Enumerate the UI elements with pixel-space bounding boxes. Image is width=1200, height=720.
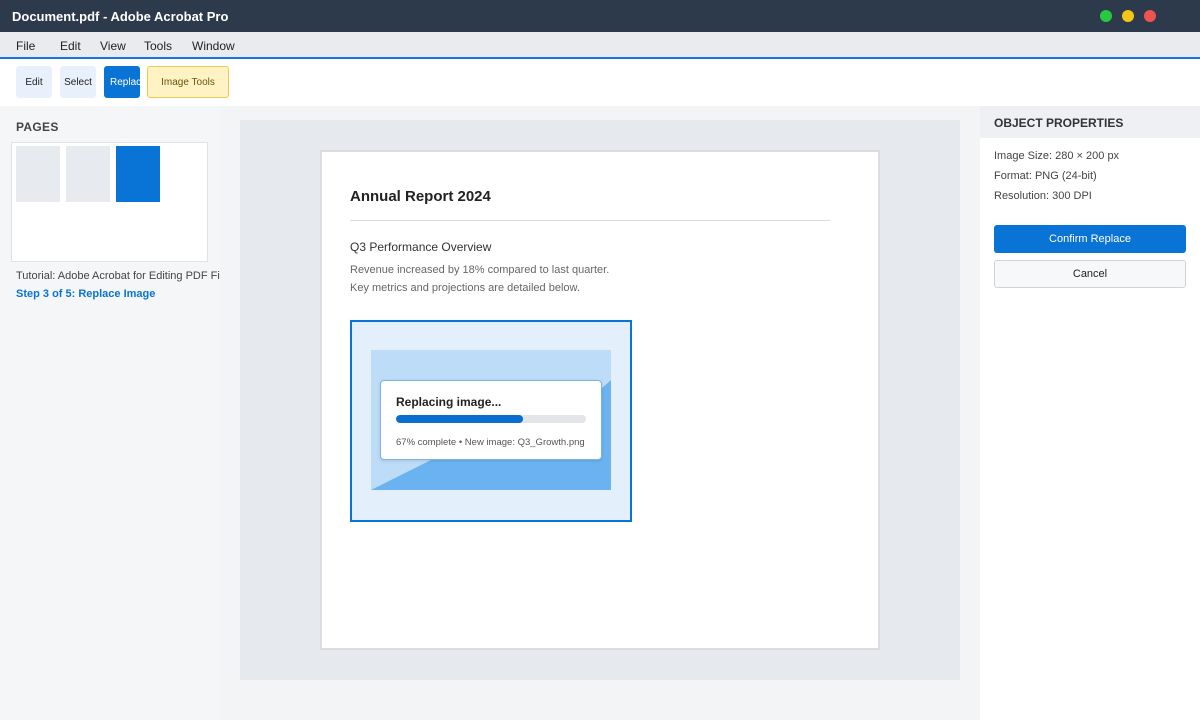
tutorial-label: Tutorial: Adobe Acrobat for Editing PDF … [16,270,234,282]
selected-image-frame[interactable]: Replacing image... 67% complete • New im… [350,320,632,522]
pages-sidebar: PAGES Tutorial: Adobe Acrobat for Editin… [0,106,234,720]
close-button[interactable] [1144,10,1156,22]
tutorial-step: Step 3 of 5: Replace Image [16,288,156,300]
image-tools-button[interactable]: Image Tools [147,66,229,98]
maximize-button[interactable] [1100,10,1112,22]
document-title[interactable]: Annual Report 2024 [350,188,491,205]
menu-bar: File Edit View Tools Window [0,32,1200,59]
property-image-size: Image Size: 280 × 200 px [994,150,1120,162]
properties-heading: OBJECT PROPERTIES [994,116,1124,130]
property-resolution: Resolution: 300 DPI [994,190,1092,202]
select-tool-button[interactable]: Select [60,66,96,98]
minimize-button[interactable] [1122,10,1134,22]
document-line-1[interactable]: Revenue increased by 18% compared to las… [350,264,609,276]
document-line-2[interactable]: Key metrics and projections are detailed… [350,282,580,294]
pdf-page: Annual Report 2024 Q3 Performance Overvi… [320,150,880,650]
menu-window[interactable]: Window [192,39,235,53]
replace-progress-fill [396,415,524,423]
replace-progress-bar [396,415,586,423]
replace-progress-title: Replacing image... [396,395,502,409]
cancel-button[interactable]: Cancel [994,260,1186,288]
menu-edit[interactable]: Edit [60,39,81,53]
replace-progress-dialog: Replacing image... 67% complete • New im… [380,380,602,460]
document-canvas: Annual Report 2024 Q3 Performance Overvi… [240,120,960,680]
menu-file[interactable]: File [16,39,35,53]
document-subtitle[interactable]: Q3 Performance Overview [350,240,491,254]
document-area: Annual Report 2024 Q3 Performance Overvi… [220,106,980,720]
object-properties-panel: OBJECT PROPERTIES Image Size: 280 × 200 … [980,106,1200,720]
menu-tools[interactable]: Tools [144,39,172,53]
toolbar: Edit Select Replace Image Tools [0,59,1200,106]
title-divider [350,220,830,221]
pages-heading: PAGES [16,120,59,134]
page-thumbnail-3[interactable] [116,146,160,202]
properties-header: OBJECT PROPERTIES [980,106,1200,138]
page-thumbnails [11,142,208,262]
property-format: Format: PNG (24-bit) [994,170,1097,182]
menu-view[interactable]: View [100,39,126,53]
confirm-replace-button[interactable]: Confirm Replace [994,225,1186,253]
image-placeholder: Replacing image... 67% complete • New im… [371,350,611,490]
page-thumbnail-1[interactable] [16,146,60,202]
window-title: Document.pdf - Adobe Acrobat Pro [12,9,229,24]
title-bar: Document.pdf - Adobe Acrobat Pro [0,0,1200,32]
edit-tool-button[interactable]: Edit [16,66,52,98]
replace-tool-button[interactable]: Replace [104,66,140,98]
replace-progress-status: 67% complete • New image: Q3_Growth.png [396,437,585,448]
page-thumbnail-2[interactable] [66,146,110,202]
